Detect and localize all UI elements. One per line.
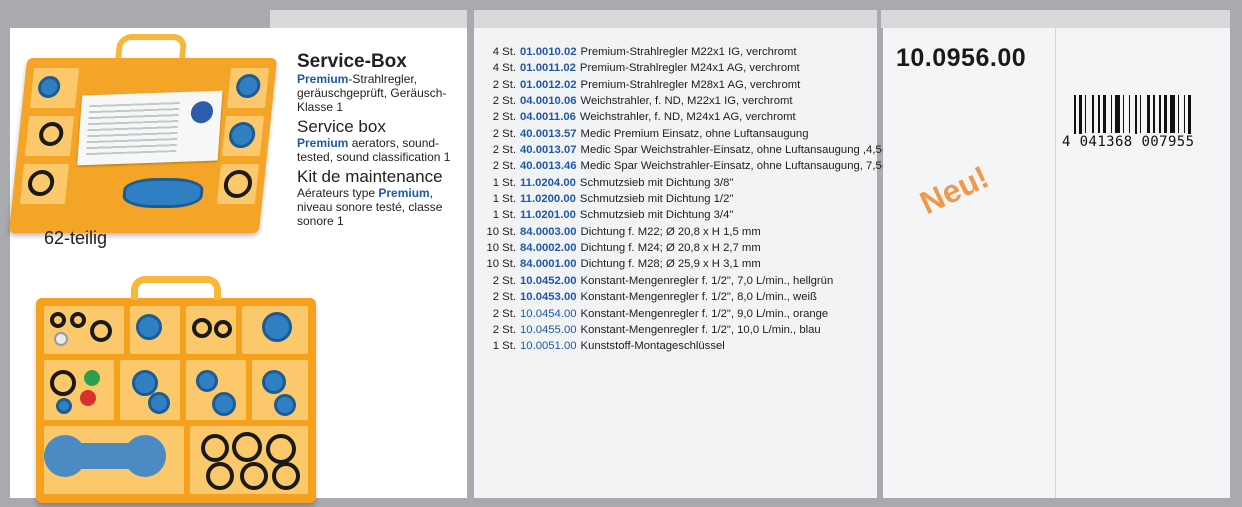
description-french: Aérateurs type Premium, niveau sonore te… bbox=[297, 186, 443, 228]
service-box-closed-image bbox=[8, 34, 278, 233]
title-german: Service-Box bbox=[297, 51, 407, 72]
service-box-open-image bbox=[36, 276, 316, 503]
title-french: Kit de maintenance bbox=[297, 167, 443, 186]
barcode-bar bbox=[1147, 95, 1151, 133]
barcode-bar bbox=[1183, 95, 1186, 133]
mounting-wrench-image bbox=[44, 435, 166, 477]
description-english: Premium aerators, sound-tested, sound cl… bbox=[297, 136, 451, 164]
barcode-bar bbox=[1110, 95, 1113, 133]
barcode-bar bbox=[1122, 95, 1125, 133]
piece-count-caption: 62-teilig bbox=[44, 228, 108, 248]
case-handle bbox=[115, 34, 188, 58]
product-label-card bbox=[77, 90, 223, 166]
panel-divider bbox=[1055, 28, 1056, 498]
description-german: Premium-Strahlregler, geräuschgeprüft, G… bbox=[297, 72, 447, 114]
left-panel-tab bbox=[270, 10, 467, 28]
barcode-bar bbox=[1092, 95, 1094, 133]
barcode-bar bbox=[1115, 95, 1120, 133]
barcode-icon bbox=[1074, 95, 1200, 143]
barcode-bar bbox=[1153, 95, 1155, 133]
barcode-bar bbox=[1103, 95, 1106, 133]
barcode-bar bbox=[1084, 95, 1087, 133]
barcode-bar bbox=[1159, 95, 1161, 133]
article-number: 10.0956.00 bbox=[896, 44, 1027, 72]
barcode-number: 4 041368 007955 bbox=[1060, 134, 1197, 150]
middle-panel-tab bbox=[474, 10, 877, 28]
brand-logo-icon bbox=[190, 100, 214, 124]
right-panel-tab bbox=[881, 10, 1230, 28]
product-description: Service-Box Premium-Strahlregler, geräus… bbox=[297, 51, 462, 229]
barcode-bar bbox=[1098, 95, 1100, 133]
barcode-bar bbox=[1128, 95, 1131, 133]
barcode-bar bbox=[1164, 95, 1167, 133]
case-handle bbox=[131, 276, 221, 300]
barcode-bar bbox=[1139, 95, 1142, 133]
title-english: Service box bbox=[297, 117, 386, 136]
barcode-bar bbox=[1170, 95, 1175, 133]
barcode-bar bbox=[1177, 95, 1180, 133]
